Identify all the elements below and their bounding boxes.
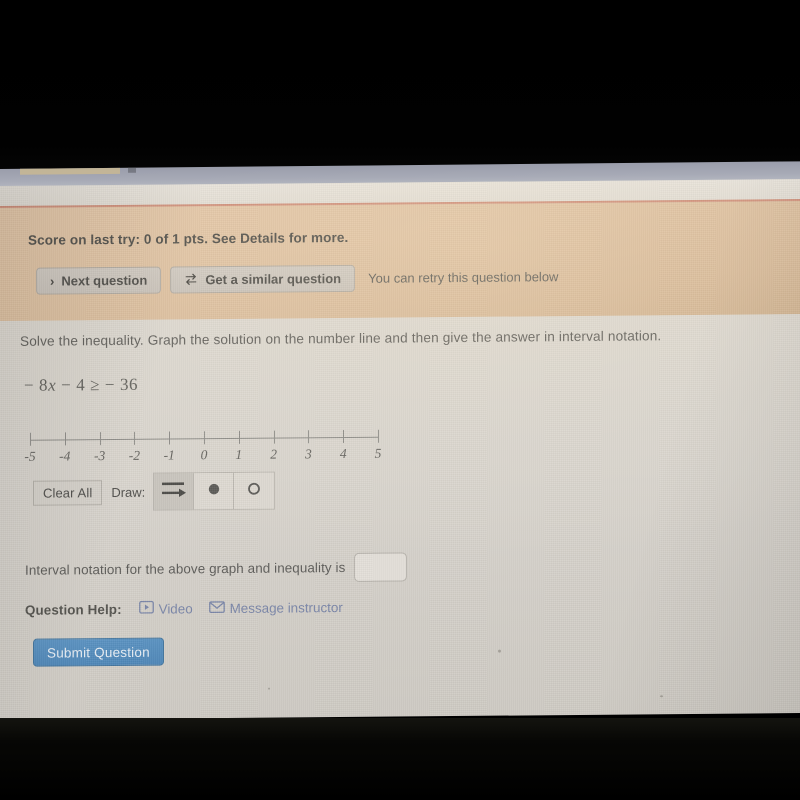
retry-note-text: You can retry this question below: [368, 269, 559, 286]
get-similar-question-label: Get a similar question: [205, 271, 342, 288]
number-line-tick-label: -3: [93, 448, 106, 464]
number-line-tick: [273, 430, 275, 444]
envelope-icon: [208, 600, 225, 616]
question-help-label: Question Help:: [25, 601, 122, 618]
number-line-tick-label: 0: [200, 447, 208, 463]
number-line-tick-label: -4: [59, 448, 71, 464]
ray-arrow-tool-button[interactable]: [154, 473, 195, 510]
score-alert-banner: Score on last try: 0 of 1 pts. See Detai…: [0, 199, 800, 321]
get-similar-question-button[interactable]: Get a similar question: [170, 264, 356, 294]
inequality-variable: x: [48, 375, 57, 395]
browser-tab[interactable]: [20, 167, 120, 175]
number-line-tick: [30, 432, 31, 446]
number-line-tick-labels: -5 -4 -3 -2 -1 0 1 2 3 4 5: [18, 421, 388, 464]
next-question-button[interactable]: › Next question: [36, 266, 162, 295]
banner-action-row: › Next question Get a similar question Y…: [36, 263, 558, 295]
inequality-coefficient: − 8: [24, 375, 49, 395]
number-line-tick: [64, 432, 66, 446]
video-play-icon: [138, 600, 154, 617]
number-line-tick-label: 5: [374, 445, 382, 461]
draw-label: Draw:: [111, 484, 146, 500]
interval-notation-row: Interval notation for the above graph an…: [25, 552, 408, 584]
message-instructor-label: Message instructor: [229, 599, 343, 616]
question-page: Score on last try: 0 of 1 pts. See Detai…: [0, 179, 800, 721]
number-line-tick-label: -2: [128, 447, 141, 463]
filled-circle-icon: [205, 480, 223, 503]
number-line-ticks: [18, 421, 388, 446]
screen-bezel-bottom: [0, 718, 800, 800]
closed-dot-tool-button[interactable]: [194, 472, 235, 510]
score-on-last-try-text: Score on last try: 0 of 1 pts. See Detai…: [28, 229, 349, 248]
open-dot-tool-button[interactable]: [234, 472, 275, 509]
chevron-right-icon: ›: [50, 273, 55, 289]
number-line-tick: [343, 429, 345, 444]
question-help-row: Question Help: Video Message instructor: [25, 599, 343, 618]
video-help-link[interactable]: Video: [138, 600, 193, 617]
submit-question-button[interactable]: Submit Question: [33, 637, 164, 667]
photographed-screen: Score on last try: 0 of 1 pts. See Detai…: [0, 0, 800, 800]
dust-speck: [498, 649, 501, 653]
number-line-tick-label: 3: [305, 446, 312, 462]
open-circle-icon: [245, 479, 263, 502]
dust-speck: [660, 695, 663, 698]
draw-tool-group: [153, 471, 276, 511]
clear-all-button[interactable]: Clear All: [33, 479, 103, 506]
number-line-tick: [99, 432, 101, 446]
question-prompt-text: Solve the inequality. Graph the solution…: [20, 328, 662, 349]
number-line-tick-label: 2: [270, 446, 277, 462]
number-line-tick: [378, 429, 379, 443]
number-line-graph[interactable]: -5 -4 -3 -2 -1 0 1 2 3 4 5: [18, 421, 388, 470]
number-line-tick: [134, 431, 136, 445]
video-help-label: Video: [158, 600, 193, 617]
number-line-tick-label: -5: [24, 448, 36, 464]
dust-speck: [268, 687, 270, 690]
message-instructor-link[interactable]: Message instructor: [208, 599, 343, 616]
browser-tab-secondary[interactable]: [128, 167, 136, 173]
number-line-tick: [308, 430, 310, 444]
interval-notation-input[interactable]: [354, 552, 408, 582]
number-line-tick-label: 1: [235, 446, 243, 462]
number-line-tick: [238, 430, 240, 444]
refresh-cycle-icon: [184, 272, 198, 288]
inequality-expression: − 8x − 4 ≥ − 36: [24, 375, 138, 396]
ray-right-arrow-icon: [161, 478, 187, 505]
graph-draw-toolbar: Clear All Draw:: [33, 471, 276, 512]
number-line-tick: [169, 431, 171, 445]
screen-bezel-top: [0, 0, 800, 170]
inequality-remainder: − 4 ≥ − 36: [61, 374, 139, 395]
number-line-tick: [204, 431, 205, 445]
interval-notation-label: Interval notation for the above graph an…: [25, 559, 346, 578]
number-line-tick-label: 4: [339, 445, 347, 462]
next-question-label: Next question: [61, 272, 148, 289]
number-line-tick-label: -1: [163, 447, 175, 463]
